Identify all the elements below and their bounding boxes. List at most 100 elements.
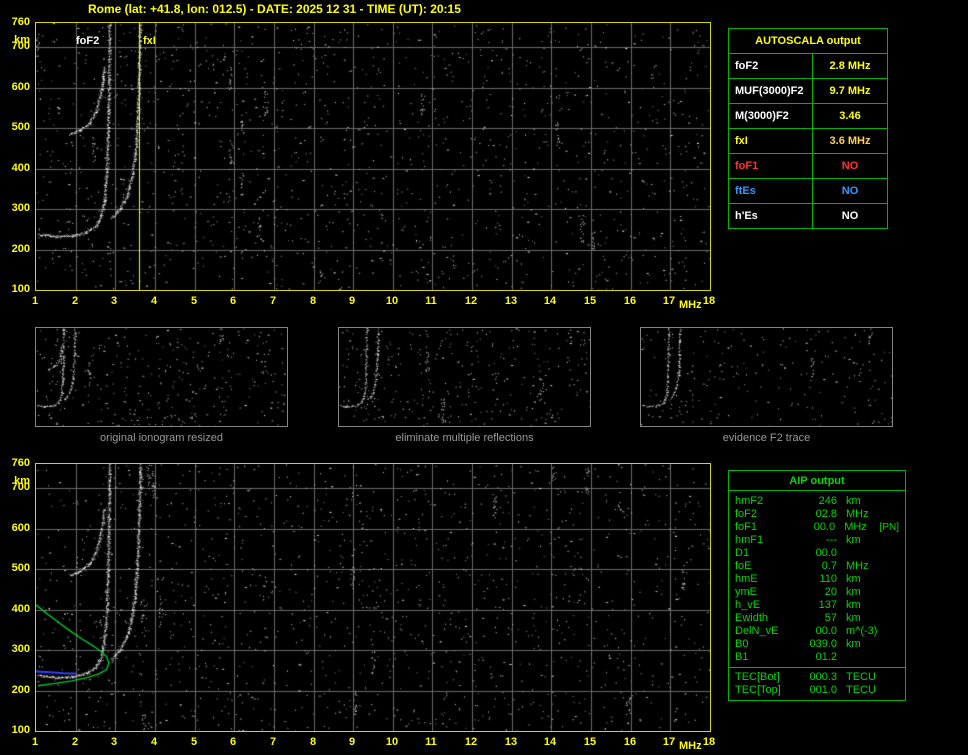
- autoscala-table-title: AUTOSCALA output: [728, 28, 888, 54]
- x-tick-label-bottom: 16: [623, 736, 637, 748]
- x-tick-label-top: 1: [31, 295, 39, 307]
- aip-param-extra: [882, 534, 899, 547]
- aip-param-extra: [882, 625, 899, 638]
- thumb-eliminate-canvas: [339, 328, 590, 426]
- aip-param-unit: km: [846, 638, 861, 650]
- autoscala-row: ftEs NO: [728, 178, 888, 204]
- x-tick-label-top: 3: [110, 295, 118, 307]
- y-tick-label-bottom: 200: [11, 684, 30, 696]
- aip-row: foE 0.7 MHz: [735, 560, 899, 573]
- aip-tec-rows: TEC[Bot] 000.3 TECU TEC[Top] 001.0 TECU: [729, 667, 905, 700]
- aip-param-value: 02.8: [815, 508, 837, 520]
- autoscala-table-header-row: AUTOSCALA output: [728, 28, 888, 54]
- x-tick-label-bottom: 1: [31, 736, 39, 748]
- aip-row: Ewidth 57 km: [735, 612, 899, 625]
- autoscala-row: M(3000)F2 3.46: [728, 103, 888, 129]
- x-tick-label-top: 11: [425, 295, 437, 307]
- x-tick-label-bottom: 8: [309, 736, 317, 748]
- y-tick-label-top: 400: [11, 162, 30, 174]
- aip-param-name: Ewidth: [735, 612, 769, 624]
- autoscala-row: foF2 2.8 MHz: [728, 53, 888, 79]
- y-tick-label-bottom: 500: [11, 562, 30, 574]
- x-tick-label-bottom: 9: [348, 736, 356, 748]
- autoscala-table-body: foF2 2.8 MHz MUF(3000)F2 9.7 MHz M(3000)F2 3.…: [728, 53, 888, 229]
- x-tick-label-top: 9: [348, 295, 356, 307]
- aip-param-unit: km: [846, 586, 861, 598]
- thumb-original-canvas: [36, 328, 287, 426]
- aip-param-name: B0: [735, 638, 749, 650]
- x-tick-label-bottom: 2: [71, 736, 79, 748]
- aip-param-unit: km: [846, 534, 861, 546]
- x-tick-label-bottom: 4: [150, 736, 158, 748]
- aip-param-name: hmF1: [735, 534, 764, 546]
- aip-param-extra: [882, 651, 899, 664]
- aip-param-name: foF1: [735, 521, 758, 533]
- x-tick-label-bottom: 18: [702, 736, 716, 748]
- aip-param-extra: [882, 573, 899, 586]
- aip-param-unit: km: [846, 573, 861, 585]
- aip-row: D1 00.0: [735, 547, 899, 560]
- x-tick-label-bottom: 6: [229, 736, 237, 748]
- thumb-original-ionogram: [35, 327, 288, 427]
- aip-row: B1 01.2: [735, 651, 899, 664]
- aip-output-panel: AIP output hmF2 246 km foF2 02.8 MHz foF1 00.0 M…: [728, 470, 906, 701]
- autoscala-param-label: foF2: [728, 53, 813, 79]
- aip-param-name: hmE: [735, 573, 758, 585]
- x-tick-label-top: 8: [309, 295, 317, 307]
- autoscala-param-value: 2.8 MHz: [812, 53, 888, 79]
- aip-param-extra: [882, 508, 899, 521]
- autoscala-param-value: NO: [812, 153, 888, 179]
- aip-param-unit: [846, 547, 882, 560]
- x-tick-label-bottom: 15: [583, 736, 597, 748]
- autoscala-param-label: M(3000)F2: [728, 103, 813, 129]
- aip-param-value: 039.0: [809, 638, 837, 650]
- aip-param-unit: MHz: [846, 560, 869, 572]
- y-tick-label-bottom: 300: [11, 643, 30, 655]
- thumb-evidence-f2: [640, 327, 893, 427]
- aip-param-name: TEC[Top]: [735, 684, 781, 696]
- autoscala-param-value: 3.6 MHz: [812, 128, 888, 154]
- aip-param-extra: [882, 560, 899, 573]
- aip-param-name: foF2: [735, 508, 758, 520]
- thumb-original-caption: original ionogram resized: [100, 432, 223, 444]
- aip-param-value: 01.2: [815, 651, 837, 663]
- station-title: Rome (lat: +41.8, lon: 012.5) - DATE: 20…: [88, 2, 461, 16]
- autoscala-window: Rome (lat: +41.8, lon: 012.5) - DATE: 20…: [0, 0, 968, 755]
- y-tick-label-top: 600: [11, 81, 30, 93]
- thumb-evidence-caption: evidence F2 trace: [722, 432, 811, 444]
- x-tick-label-top: 5: [190, 295, 198, 307]
- aip-param-value: 00.0: [815, 625, 837, 637]
- aip-param-unit: TECU: [846, 684, 876, 696]
- autoscala-param-value: NO: [812, 178, 888, 204]
- aip-param-value: 000.3: [809, 671, 837, 683]
- x-tick-label-top: 14: [543, 295, 557, 307]
- y-tick-label-top: 760: [11, 16, 30, 28]
- aip-param-extra: [882, 547, 899, 560]
- autoscala-row: h'Es NO: [728, 203, 888, 229]
- aip-param-value: 00.0: [813, 521, 836, 533]
- aip-param-value: 0.7: [821, 560, 837, 572]
- autoscala-param-label: foF1: [728, 153, 813, 179]
- aip-row: hmE 110 km: [735, 573, 899, 586]
- autoscala-row: MUF(3000)F2 9.7 MHz: [728, 78, 888, 104]
- aip-param-extra: [882, 671, 899, 684]
- aip-param-unit: TECU: [846, 671, 876, 683]
- aip-row: hmF2 246 km: [735, 495, 899, 508]
- x-tick-label-top: 13: [504, 295, 518, 307]
- aip-row: B0 039.0 km: [735, 638, 899, 651]
- fxI-trace-label: fxI: [143, 35, 156, 47]
- autoscala-row: foF1 NO: [728, 153, 888, 179]
- aip-row: foF2 02.8 MHz: [735, 508, 899, 521]
- aip-param-value: 001.0: [809, 684, 837, 696]
- y-axis-unit-bottom: km: [14, 475, 30, 487]
- aip-row: hmF1 --- km: [735, 534, 899, 547]
- y-axis-unit-top: km: [14, 34, 30, 46]
- autoscala-param-label: MUF(3000)F2: [728, 78, 813, 104]
- x-tick-label-top: 12: [464, 295, 478, 307]
- ionogram-bottom-plot: [35, 463, 711, 732]
- x-tick-label-top: 4: [150, 295, 158, 307]
- aip-param-unit: km: [846, 599, 861, 611]
- aip-param-name: DelN_vE: [735, 625, 779, 637]
- aip-param-unit: MHz: [846, 508, 869, 520]
- autoscala-param-label: h'Es: [728, 203, 813, 229]
